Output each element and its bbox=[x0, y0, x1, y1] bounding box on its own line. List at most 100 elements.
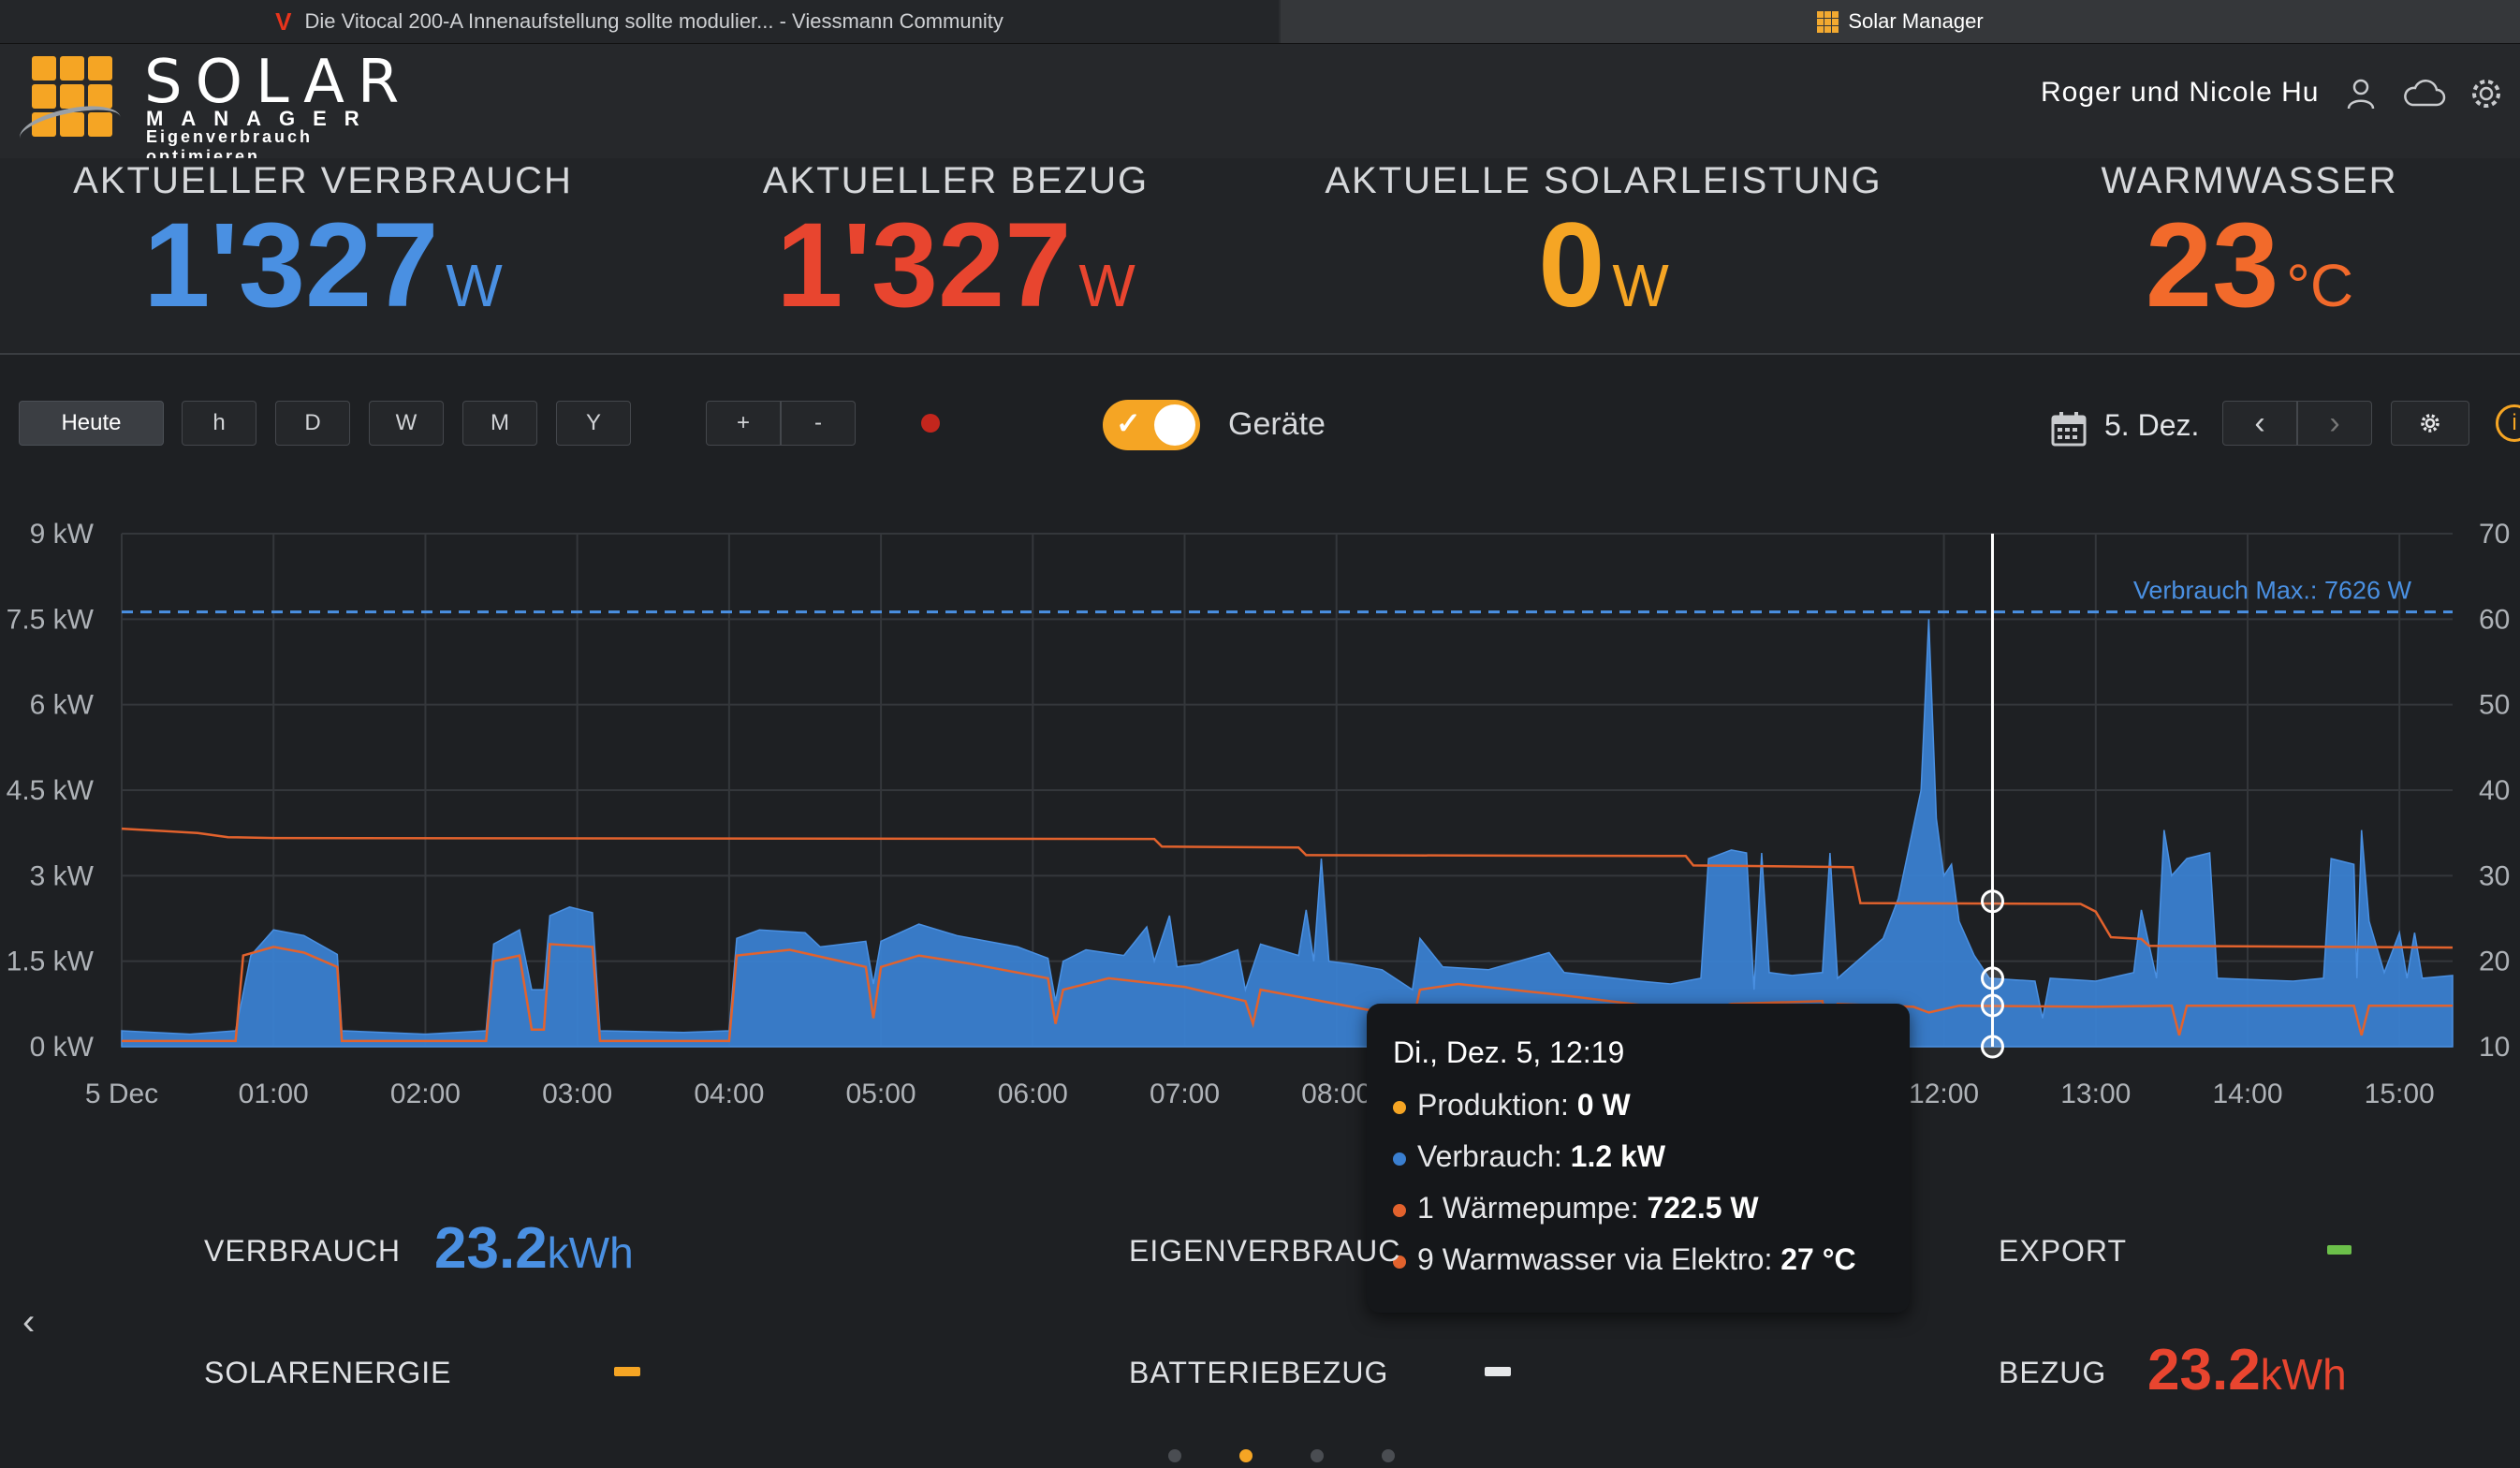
y-axis-right: 10 20 30 40 50 60 70 bbox=[2479, 519, 2510, 1063]
kpi-value-wrap: 23 °C bbox=[1927, 200, 2520, 351]
x-tick-label: 01:00 bbox=[239, 1079, 309, 1109]
y-right-tick-label: 70 bbox=[2479, 519, 2510, 550]
tooltip-label: Verbrauch: bbox=[1417, 1139, 1562, 1173]
live-indicator-dot bbox=[921, 414, 940, 433]
tooltip-row-waermepumpe: 1 Wärmepumpe: 722.5 W bbox=[1393, 1191, 1759, 1226]
x-tick-label: 13:00 bbox=[2060, 1079, 2131, 1109]
viessmann-v-icon: V bbox=[275, 7, 292, 36]
y-tick-label: 0 kW bbox=[30, 1032, 95, 1063]
kpi-label: AKTUELLER BEZUG bbox=[762, 160, 1150, 201]
kpi-value: 1'327 bbox=[776, 198, 1072, 332]
gear-icon bbox=[2421, 414, 2439, 433]
y-tick-label: 6 kW bbox=[30, 690, 95, 721]
page-dot-active[interactable] bbox=[1239, 1449, 1253, 1462]
x-tick-label: 07:00 bbox=[1150, 1079, 1220, 1109]
tooltip-row-produktion: Produktion: 0 W bbox=[1393, 1088, 1631, 1123]
period-day-button[interactable]: D bbox=[275, 401, 350, 446]
y-tick-label: 7.5 kW bbox=[7, 604, 95, 635]
warmwasser-line bbox=[121, 827, 2454, 949]
prev-day-button[interactable]: ‹ bbox=[2222, 401, 2297, 446]
cursor-marker bbox=[1980, 889, 2004, 914]
tooltip-label: 9 Warmwasser via Elektro: bbox=[1417, 1242, 1773, 1276]
tab-title: Die Vitocal 200-A Innenaufstellung sollt… bbox=[304, 9, 1004, 33]
page-dot[interactable] bbox=[1382, 1449, 1395, 1462]
period-heute-button[interactable]: Heute bbox=[19, 401, 164, 446]
period-year-button[interactable]: Y bbox=[556, 401, 631, 446]
period-week-button[interactable]: W bbox=[369, 401, 444, 446]
info-icon[interactable]: i bbox=[2496, 404, 2520, 442]
x-axis: 5 Dec 01:00 02:00 03:00 04:00 05:00 06:00 07:00… bbox=[85, 1079, 2435, 1109]
tab-title: Solar Manager bbox=[1848, 9, 1984, 33]
next-day-button[interactable]: › bbox=[2297, 401, 2372, 446]
summary-solarenergie-label: SOLARENERGIE bbox=[204, 1356, 452, 1389]
page-dot[interactable] bbox=[1311, 1449, 1324, 1462]
kpi-row: AKTUELLER VERBRAUCH 1'327 W AKTUELLER BEZ… bbox=[0, 158, 2520, 355]
produktion-dot-icon bbox=[1393, 1100, 1406, 1114]
y-tick-label: 3 kW bbox=[30, 860, 95, 891]
tooltip-label: Produktion: bbox=[1417, 1088, 1569, 1122]
summary-value: 23.2 bbox=[2147, 1338, 2261, 1402]
tooltip-title: Di., Dez. 5, 12:19 bbox=[1393, 1035, 1625, 1069]
kpi-unit: °C bbox=[2286, 252, 2354, 319]
verbrauch-max-label: Verbrauch Max.: 7626 W bbox=[2133, 577, 2412, 605]
summary-value: 23.2 bbox=[434, 1216, 548, 1281]
x-tick-label: 02:00 bbox=[390, 1079, 461, 1109]
y-right-tick-label: 30 bbox=[2479, 860, 2510, 891]
page-dot[interactable] bbox=[1168, 1449, 1181, 1462]
x-tick-label: 14:00 bbox=[2212, 1079, 2282, 1109]
zoom-out-button[interactable]: - bbox=[781, 401, 856, 446]
tooltip-label: 1 Wärmepumpe: bbox=[1417, 1191, 1639, 1225]
browser-tab-viessmann[interactable]: V Die Vitocal 200-A Innenaufstellung sol… bbox=[0, 0, 1279, 43]
kpi-label: WARMWASSER bbox=[2101, 160, 2398, 201]
zoom-in-button[interactable]: + bbox=[706, 401, 781, 446]
chevron-left-icon[interactable]: ‹ bbox=[22, 1301, 35, 1343]
geraete-toggle[interactable]: ✓ bbox=[1103, 400, 1200, 450]
date-label[interactable]: 5. Dez. bbox=[2104, 408, 2199, 443]
kpi-warmwasser: WARMWASSER 23 °C bbox=[1927, 158, 2520, 351]
y-right-tick-label: 10 bbox=[2479, 1032, 2510, 1063]
gear-icon[interactable] bbox=[2468, 75, 2505, 112]
energy-chart[interactable]: 0 kW 1.5 kW 3 kW 4.5 kW 6 kW 7.5 kW 9 kW 10 20 3… bbox=[0, 506, 2520, 1114]
calendar-icon[interactable] bbox=[2050, 410, 2088, 448]
cloud-icon[interactable] bbox=[2402, 75, 2447, 112]
y-right-tick-label: 60 bbox=[2479, 604, 2510, 635]
solar-manager-logo[interactable]: SOLAR MANAGER Eigenverbrauch optimieren bbox=[15, 52, 431, 166]
summary-verbrauch-label: VERBRAUCH bbox=[204, 1234, 401, 1268]
x-tick-label: 15:00 bbox=[2365, 1079, 2435, 1109]
y-tick-label: 1.5 kW bbox=[7, 947, 95, 977]
kpi-value-wrap: 0W bbox=[1281, 200, 1927, 351]
user-name: Roger und Nicole Hu bbox=[2041, 77, 2320, 108]
summary-solarenergie-dash bbox=[614, 1367, 640, 1376]
verbrauch-area bbox=[121, 619, 2454, 1048]
browser-tab-solar-manager[interactable]: Solar Manager bbox=[1281, 0, 2520, 43]
x-tick-label: 08:00 bbox=[1301, 1079, 1371, 1109]
tooltip-row-warmwasser: 9 Warmwasser via Elektro: 27 °C bbox=[1393, 1242, 1856, 1277]
chevron-left-icon: ‹ bbox=[2254, 404, 2265, 441]
cursor-marker bbox=[1980, 1035, 2004, 1059]
period-month-button[interactable]: M bbox=[462, 401, 537, 446]
kpi-unit: W bbox=[1078, 252, 1135, 319]
cursor-marker bbox=[1980, 966, 2004, 991]
x-tick-label: 04:00 bbox=[694, 1079, 764, 1109]
chevron-right-icon: › bbox=[2329, 404, 2340, 441]
y-right-tick-label: 50 bbox=[2479, 690, 2510, 721]
chart-series bbox=[121, 619, 2454, 1048]
kpi-aktueller-bezug: AKTUELLER BEZUG 1'327 W bbox=[633, 158, 1279, 351]
kpi-value: 23 bbox=[2145, 198, 2279, 332]
toggle-knob bbox=[1154, 404, 1195, 446]
summary-batteriebezug-dash bbox=[1485, 1367, 1511, 1376]
tooltip-value: 27 °C bbox=[1780, 1242, 1856, 1276]
summary-bezug-label: BEZUG bbox=[1999, 1356, 2107, 1389]
kpi-value-wrap: 1'327 W bbox=[0, 200, 646, 351]
period-hour-button[interactable]: h bbox=[182, 401, 256, 446]
user-icon[interactable] bbox=[2342, 75, 2380, 112]
tooltip-value: 722.5 W bbox=[1647, 1191, 1759, 1225]
summary-unit: kWh bbox=[547, 1228, 634, 1277]
chart-settings-button[interactable] bbox=[2391, 401, 2469, 446]
kpi-value: 1'327 bbox=[143, 198, 439, 332]
kpi-unit: W bbox=[1612, 252, 1669, 319]
summary-verbrauch-value: 23.2kWh bbox=[434, 1215, 634, 1282]
chart-tooltip: Di., Dez. 5, 12:19 Produktion: 0 W Verbr… bbox=[1367, 1004, 1910, 1313]
kpi-unit: W bbox=[446, 252, 503, 319]
tooltip-row-verbrauch: Verbrauch: 1.2 kW bbox=[1393, 1139, 1665, 1174]
